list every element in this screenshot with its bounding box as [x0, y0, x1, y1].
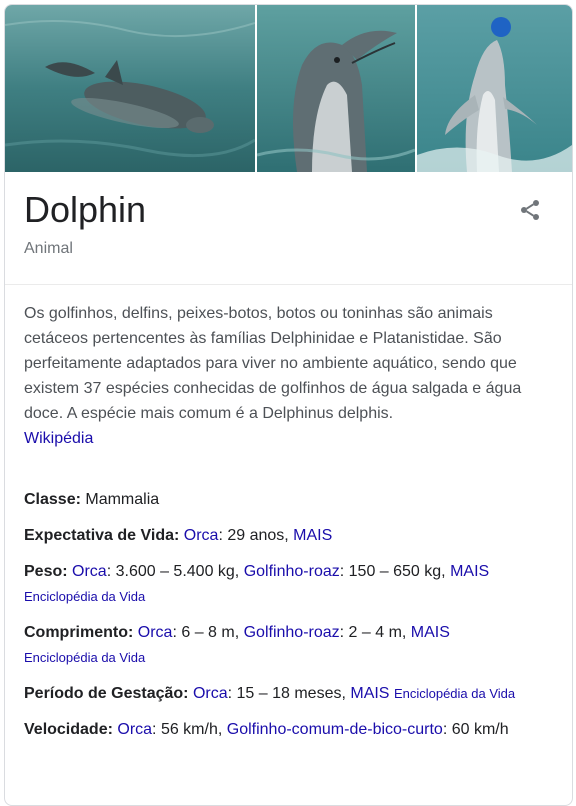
entity-title: Dolphin — [24, 189, 147, 230]
share-icon — [518, 198, 542, 227]
fact-label: Peso: — [24, 563, 68, 580]
description-text: Os golfinhos, delfins, peixes-botos, bot… — [24, 305, 522, 422]
more-link[interactable]: MAIS — [450, 563, 489, 580]
orca-link[interactable]: Orca — [184, 527, 219, 544]
source-link[interactable]: Enciclopédia da Vida — [24, 589, 145, 604]
orca-link[interactable]: Orca — [72, 563, 107, 580]
fact-label: Comprimento: — [24, 624, 134, 641]
fact-gestacao: Período de Gestação: Orca: 15 – 18 meses… — [24, 681, 559, 706]
golfinho-roaz-link[interactable]: Golfinho-roaz — [244, 563, 340, 580]
fact-label: Expectativa de Vida: — [24, 527, 180, 544]
fact-value: : 3.600 – 5.400 kg, — [106, 563, 244, 580]
divider — [5, 284, 572, 285]
orca-link[interactable]: Orca — [138, 624, 173, 641]
fact-expectativa: Expectativa de Vida: Orca: 29 anos, MAIS — [24, 523, 559, 548]
fact-label: Período de Gestação: — [24, 685, 189, 702]
entity-subtitle: Animal — [24, 240, 73, 257]
fact-value: Mammalia — [85, 491, 160, 508]
share-button[interactable] — [511, 193, 549, 231]
orca-link[interactable]: Orca — [117, 721, 152, 738]
fact-value: : 150 – 650 kg, — [339, 563, 451, 580]
more-link[interactable]: MAIS — [350, 685, 389, 702]
fact-comprimento: Comprimento: Orca: 6 – 8 m, Golfinho-roa… — [24, 620, 559, 670]
orca-link[interactable]: Orca — [193, 685, 228, 702]
fact-classe: Classe: Mammalia — [24, 487, 559, 512]
more-link[interactable]: MAIS — [293, 527, 332, 544]
fact-value: : 29 anos, — [218, 527, 294, 544]
fact-label: Classe: — [24, 491, 81, 508]
fact-velocidade: Velocidade: Orca: 56 km/h, Golfinho-comu… — [24, 717, 559, 742]
fact-value: : 6 – 8 m, — [172, 624, 244, 641]
dolphin-ball-photo[interactable] — [417, 5, 572, 172]
fact-label: Velocidade: — [24, 721, 113, 738]
fact-value: : 56 km/h, — [152, 721, 227, 738]
dolphin-swimming-photo[interactable] — [5, 5, 255, 172]
knowledge-panel: Dolphin Animal Os golfinhos, delfins, pe… — [4, 4, 573, 806]
fact-value: : 60 km/h — [442, 721, 509, 738]
source-link[interactable]: Enciclopédia da Vida — [24, 650, 145, 665]
source-link[interactable]: Enciclopédia da Vida — [394, 686, 515, 701]
fact-value: : 2 – 4 m, — [339, 624, 411, 641]
fact-value: : 15 – 18 meses, — [227, 685, 351, 702]
wikipedia-link[interactable]: Wikipédia — [24, 430, 93, 447]
dolphin-head-photo[interactable] — [257, 5, 415, 172]
image-strip — [5, 5, 572, 172]
golfinho-roaz-link[interactable]: Golfinho-roaz — [244, 624, 340, 641]
facts-list: Classe: Mammalia Expectativa de Vida: Or… — [24, 487, 559, 753]
fact-peso: Peso: Orca: 3.600 – 5.400 kg, Golfinho-r… — [24, 559, 559, 609]
more-link[interactable]: MAIS — [411, 624, 450, 641]
golfinho-comum-link[interactable]: Golfinho-comum-de-bico-curto — [227, 721, 443, 738]
description: Os golfinhos, delfins, peixes-botos, bot… — [24, 301, 554, 451]
